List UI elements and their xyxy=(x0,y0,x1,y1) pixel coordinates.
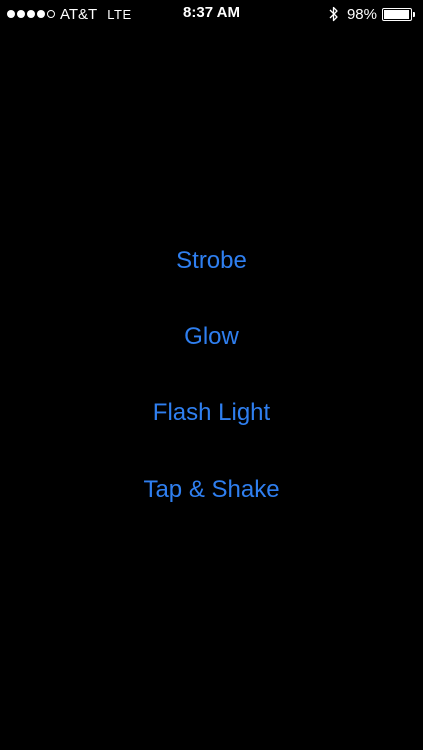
status-bar: AT&T LTE 8:37 AM 98% xyxy=(0,0,423,28)
battery-tip xyxy=(413,11,415,17)
tap-and-shake-button[interactable]: Tap & Shake xyxy=(0,472,423,508)
status-right: 98% xyxy=(329,5,415,23)
flash-light-button[interactable]: Flash Light xyxy=(0,395,423,431)
glow-button[interactable]: Glow xyxy=(0,319,423,355)
battery-icon xyxy=(382,7,412,21)
bluetooth-icon xyxy=(329,6,338,22)
battery-fill xyxy=(384,9,410,19)
strobe-button[interactable]: Strobe xyxy=(0,243,423,279)
battery-percentage: 98% xyxy=(346,5,377,23)
